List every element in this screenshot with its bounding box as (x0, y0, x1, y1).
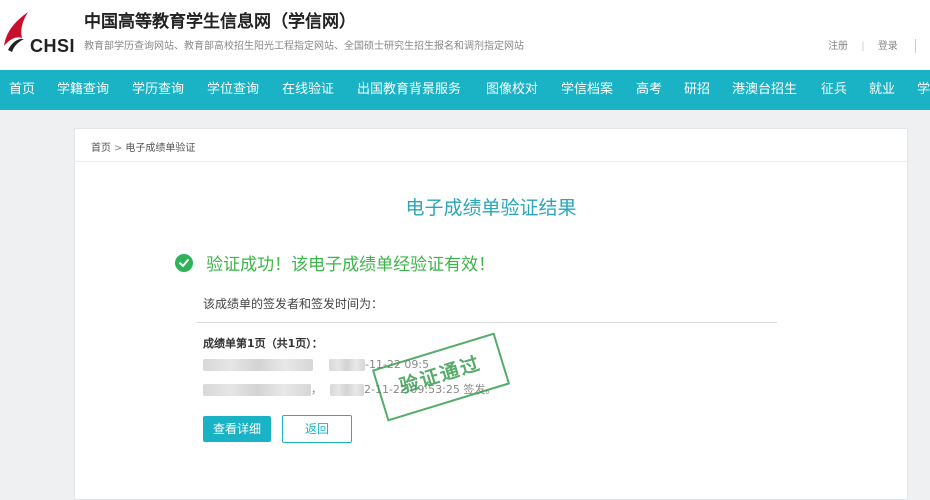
nav-item-home[interactable]: 首页 (9, 70, 35, 110)
page-title: 电子成绩单验证结果 (405, 197, 577, 219)
nav-item-hk-macau-taiwan[interactable]: 港澳台招生 (732, 70, 797, 110)
header-divider (915, 39, 916, 53)
view-details-button[interactable]: 查看详细 (203, 416, 271, 442)
issuer-separator: ， (311, 383, 322, 396)
nav-item-more[interactable]: 学 (917, 70, 930, 110)
nav-item-overseas-education[interactable]: 出国教育背景服务 (357, 70, 461, 110)
site-title: 中国高等教育学生信息网（学信网） (84, 12, 356, 32)
main-nav: 首页 学籍查询 学历查询 学位查询 在线验证 出国教育背景服务 图像校对 学信档… (0, 70, 930, 110)
breadcrumb: 首页 > 电子成绩单验证 (91, 139, 195, 154)
nav-item-conscription[interactable]: 征兵 (821, 70, 847, 110)
breadcrumb-current: 电子成绩单验证 (125, 143, 196, 154)
nav-item-enrollment-query[interactable]: 学籍查询 (57, 70, 109, 110)
redacted-block (329, 359, 365, 371)
nav-item-student-archive[interactable]: 学信档案 (561, 70, 613, 110)
transcript-page-label: 成绩单第1页（共1页）： (203, 337, 323, 350)
redacted-block (330, 384, 364, 396)
login-link[interactable]: 登录 (878, 41, 898, 52)
info-divider (197, 322, 777, 323)
nav-item-gaokao[interactable]: 高考 (636, 70, 662, 110)
site-subtitle: 教育部学历查询网站、教育部高校招生阳光工程指定网站、全国硕士研究生招生报名和调剂… (84, 41, 524, 52)
nav-item-degree-record-query[interactable]: 学历查询 (132, 70, 184, 110)
top-links: 注册 | 登录 (828, 37, 916, 53)
verified-stamp: 验证通过 (371, 332, 511, 422)
register-link[interactable]: 注册 (828, 41, 848, 52)
logo-text: CHSI (30, 36, 76, 56)
breadcrumb-home[interactable]: 首页 (91, 143, 111, 154)
breadcrumb-separator: > (114, 143, 123, 154)
nav-item-degree-query[interactable]: 学位查询 (207, 70, 259, 110)
redacted-block (203, 384, 311, 396)
issuer-label: 该成绩单的签发者和签发时间为： (203, 297, 384, 311)
card-divider (75, 161, 907, 162)
redacted-block (203, 359, 313, 371)
check-circle-icon (175, 253, 193, 272)
nav-item-online-verification[interactable]: 在线验证 (282, 70, 334, 110)
nav-item-employment[interactable]: 就业 (869, 70, 895, 110)
link-separator: | (861, 41, 865, 52)
back-button[interactable]: 返回 (282, 415, 352, 443)
nav-item-graduate-admission[interactable]: 研招 (684, 70, 710, 110)
nav-item-image-proofread[interactable]: 图像校对 (486, 70, 538, 110)
success-message: 验证成功！该电子成绩单经验证有效！ (206, 255, 496, 275)
result-card: 首页 > 电子成绩单验证 电子成绩单验证结果 验证成功！该电子成绩单经验证有效！ 该… (74, 128, 908, 500)
chsi-logo[interactable]: CHSI (0, 6, 80, 58)
success-message-row: 验证成功！该电子成绩单经验证有效！ (175, 250, 496, 275)
site-header: CHSI 中国高等教育学生信息网（学信网） 教育部学历查询网站、教育部高校招生阳… (0, 0, 930, 70)
